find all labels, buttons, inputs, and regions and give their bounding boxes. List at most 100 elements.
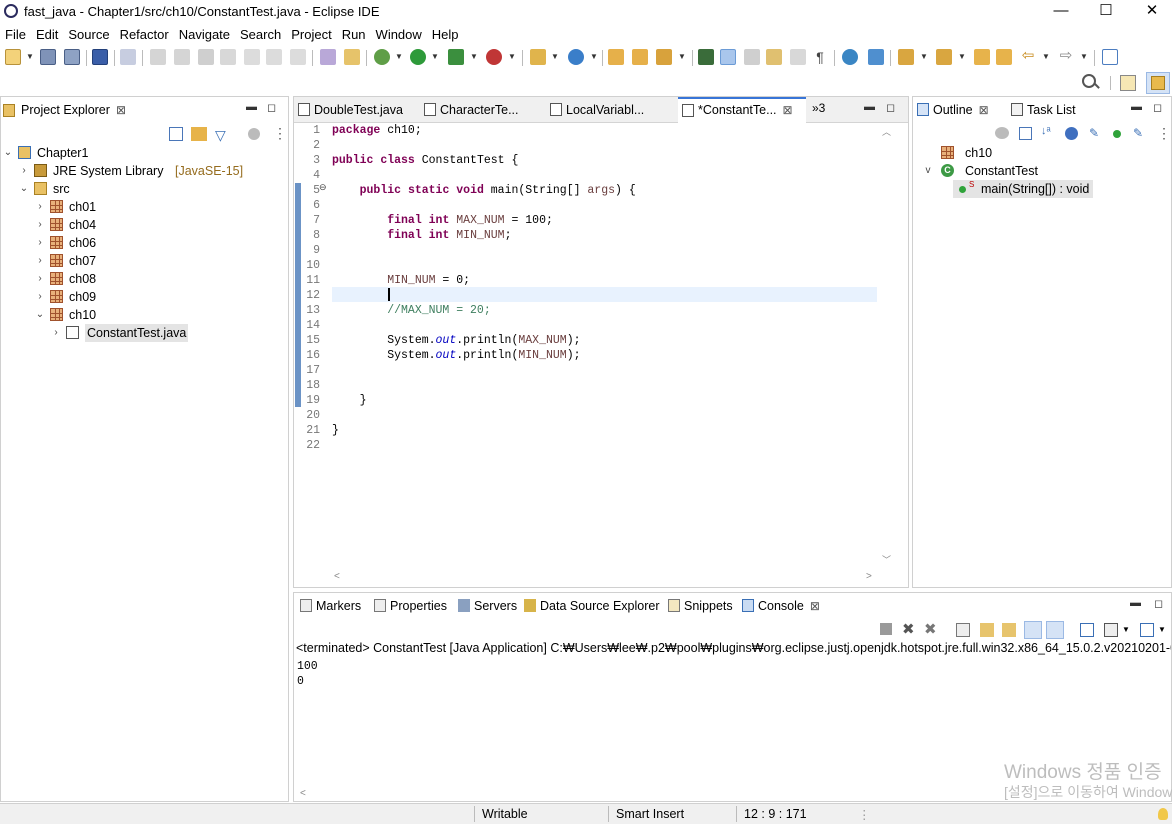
chevron-right-icon[interactable]: › (19, 162, 29, 180)
code-line[interactable]: final int MAX_NUM = 100; (332, 213, 553, 228)
chevron-down-icon[interactable]: ▼ (26, 52, 34, 61)
maximize-button[interactable]: ☐ (1091, 2, 1121, 22)
new-java-project-icon[interactable] (530, 49, 546, 65)
minimize-icon[interactable]: ▬ (864, 101, 875, 113)
more-icon[interactable]: ⋮ (1157, 125, 1171, 142)
code-line[interactable]: final int MIN_NUM; (332, 228, 511, 243)
step-over-icon[interactable] (266, 49, 282, 65)
maximize-icon[interactable]: ◻ (1154, 597, 1163, 610)
menu-help[interactable]: Help (427, 26, 464, 44)
view-menu-icon[interactable] (248, 128, 260, 140)
resume-icon[interactable] (150, 49, 166, 65)
tab-outline[interactable]: Outline ⊠ (913, 97, 1005, 123)
code-line[interactable]: public class ConstantTest { (332, 153, 518, 168)
open-type-icon[interactable] (608, 49, 624, 65)
close-button[interactable]: ✕ (1137, 2, 1167, 22)
coverage-icon[interactable] (344, 49, 360, 65)
tab-charactertest[interactable]: CharacterTe... (420, 97, 544, 123)
forward-edit-icon[interactable] (996, 49, 1012, 65)
tab-project-explorer[interactable]: Project Explorer ⊠ (1, 97, 131, 123)
clear-console-icon[interactable] (956, 623, 970, 637)
fold-icon[interactable]: ⊖ (319, 182, 327, 193)
minimize-button[interactable]: — (1046, 2, 1076, 22)
code-line[interactable]: System.out.println(MIN_NUM); (332, 348, 580, 363)
vertical-scrollbar[interactable]: ︿ ﹀ (880, 125, 894, 567)
tab-markers[interactable]: Markers (296, 593, 366, 619)
debug-icon[interactable] (374, 49, 390, 65)
block-selection-icon[interactable] (744, 49, 760, 65)
code-line[interactable]: } (332, 423, 339, 438)
menu-source[interactable]: Source (63, 26, 114, 44)
menu-window[interactable]: Window (371, 26, 427, 44)
back-icon[interactable]: ⇦ (1020, 48, 1036, 65)
close-icon[interactable]: ⊠ (783, 103, 793, 117)
close-icon[interactable]: ⊠ (979, 103, 989, 117)
step-into-icon[interactable] (244, 49, 260, 65)
run-icon[interactable] (410, 49, 426, 65)
close-icon[interactable]: ⊠ (116, 103, 126, 117)
toggle-mark-occurrences-icon[interactable] (698, 49, 714, 65)
step-return-icon[interactable] (290, 49, 306, 65)
hide-local-types-icon[interactable]: ✎ (1133, 126, 1143, 140)
menu-refactor[interactable]: Refactor (115, 26, 174, 44)
minimize-icon[interactable]: ▬ (1130, 597, 1141, 609)
menu-run[interactable]: Run (337, 26, 371, 44)
hide-nonpublic-icon[interactable] (1113, 130, 1121, 138)
tab-servers[interactable]: Servers (454, 593, 522, 619)
code-line[interactable]: MIN_NUM = 0; (332, 273, 470, 288)
skip-breakpoints-icon[interactable] (120, 49, 136, 65)
close-icon[interactable]: ⊠ (810, 599, 820, 613)
last-edit-icon[interactable] (974, 49, 990, 65)
code-line[interactable]: public static void main(String[] args) { (332, 183, 636, 198)
highlight-icon[interactable] (720, 49, 736, 65)
code-line[interactable]: } (332, 393, 367, 408)
chevron-right-icon[interactable]: › (51, 324, 61, 342)
maximize-icon[interactable]: ◻ (1153, 101, 1162, 114)
toggle-breadcrumb-icon[interactable] (766, 49, 782, 65)
chevron-down-icon[interactable]: ⌄ (3, 144, 13, 162)
open-console-icon[interactable] (1140, 623, 1154, 637)
menu-search[interactable]: Search (235, 26, 286, 44)
external-tools-icon[interactable] (486, 49, 502, 65)
tab-snippets[interactable]: Snippets (664, 593, 734, 619)
code-line[interactable]: System.out.println(MAX_NUM); (332, 333, 580, 348)
scroll-lock-icon[interactable] (980, 623, 994, 637)
terminate-icon[interactable] (880, 623, 892, 635)
tab-doubletest[interactable]: DoubleTest.java (294, 97, 418, 123)
menu-navigate[interactable]: Navigate (174, 26, 235, 44)
chevron-right-icon[interactable]: › (35, 234, 45, 252)
run-coverage-icon[interactable] (448, 49, 464, 65)
menu-file[interactable]: File (0, 26, 31, 44)
open-task-icon[interactable] (632, 49, 648, 65)
minimize-icon[interactable]: ▬ (246, 101, 257, 113)
perspective-icon[interactable] (1120, 75, 1136, 91)
chevron-right-icon[interactable]: › (35, 198, 45, 216)
tab-overflow[interactable]: »3 (812, 101, 825, 115)
new-class-icon[interactable] (568, 49, 584, 65)
use-step-filters-icon[interactable] (320, 49, 336, 65)
maximize-icon[interactable]: ◻ (267, 101, 276, 114)
tab-console[interactable]: Console ⊠ (738, 593, 828, 619)
focus-icon[interactable] (995, 127, 1009, 139)
suspend-icon[interactable] (174, 49, 190, 65)
code-line[interactable]: package ch10; (332, 123, 422, 138)
lightbulb-icon[interactable] (1158, 808, 1168, 820)
new-icon[interactable] (5, 49, 21, 65)
remove-launch-icon[interactable]: ✖ (902, 620, 915, 638)
tab-localvariable[interactable]: LocalVariabl... (546, 97, 670, 123)
link-editor-icon[interactable] (191, 127, 207, 141)
show-whitespace-icon[interactable]: ¶ (812, 49, 828, 65)
display-console-icon[interactable] (1104, 623, 1118, 637)
pin-console-icon[interactable] (1080, 623, 1094, 637)
hide-static-icon[interactable]: ✎ (1089, 126, 1099, 140)
chevron-right-icon[interactable]: › (35, 252, 45, 270)
sort-icon[interactable]: ↓ᵃ (1041, 125, 1051, 137)
globe-icon[interactable] (842, 49, 858, 65)
show-stderr-icon[interactable] (1046, 621, 1064, 639)
tab-task-list[interactable]: Task List (1007, 97, 1107, 123)
horizontal-scrollbar[interactable]: < > (334, 571, 874, 585)
collapse-all-icon[interactable] (169, 127, 183, 141)
deploy-icon[interactable] (868, 49, 884, 65)
menu-edit[interactable]: Edit (31, 26, 63, 44)
chevron-right-icon[interactable]: › (35, 216, 45, 234)
